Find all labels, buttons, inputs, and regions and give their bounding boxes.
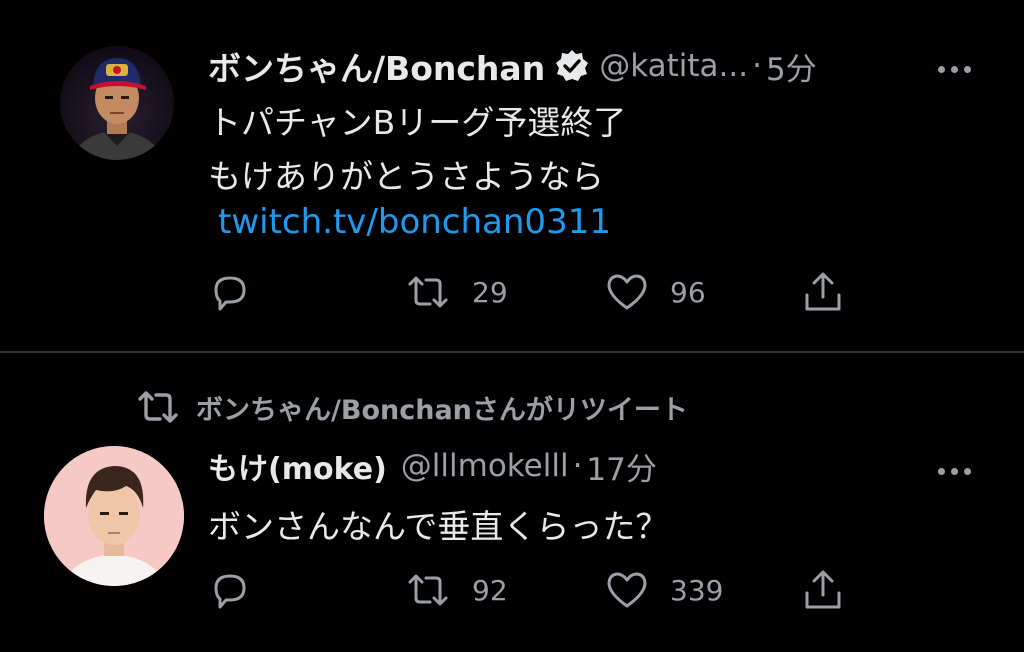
tweet-text-line: もけありがとうさようなら — [208, 157, 604, 196]
heart-icon — [604, 270, 650, 314]
display-name[interactable]: ボンちゃん/Bonchan — [208, 42, 545, 90]
retweet-count: 92 — [472, 573, 508, 607]
more-dots-icon[interactable] — [938, 460, 982, 480]
retweet-icon — [404, 270, 452, 314]
separator-dot: · — [572, 448, 583, 484]
retweet-icon — [134, 387, 182, 427]
tweet-text-line: ボンさんなんで垂直くらった？ — [208, 507, 669, 546]
heart-icon — [604, 568, 650, 612]
tweet-actions: 29 96 — [0, 267, 1024, 317]
reply-button[interactable] — [208, 267, 252, 317]
share-button[interactable] — [800, 267, 846, 317]
like-count: 96 — [670, 275, 706, 309]
retweet-icon — [404, 568, 452, 612]
tweet-link[interactable]: twitch.tv/bonchan0311 — [218, 202, 611, 242]
more-dots-icon[interactable] — [938, 58, 982, 78]
like-count: 339 — [670, 573, 724, 607]
tweet-divider — [0, 351, 1024, 353]
tweet-actions: 92 339 — [0, 565, 1024, 615]
reply-icon — [208, 270, 252, 314]
like-button[interactable]: 339 — [604, 565, 723, 615]
separator-dot: · — [752, 48, 762, 84]
tweet-1[interactable]: ボンちゃん/Bonchan @katita... · 5分 トパチャンBリーグ予… — [0, 0, 1024, 350]
tweet-text-line: トパチャンBリーグ予選終了 — [208, 103, 627, 142]
reply-icon — [208, 568, 252, 612]
tweet-time[interactable]: 17分 — [586, 444, 656, 489]
reply-button[interactable] — [208, 565, 252, 615]
verified-badge-icon — [555, 49, 589, 83]
display-name[interactable]: もけ(moke) — [208, 444, 387, 488]
user-handle[interactable]: @lllmokelll — [401, 448, 569, 484]
user-handle[interactable]: @katita... — [599, 48, 748, 84]
avatar-bonchan[interactable] — [60, 46, 174, 160]
tweet-time[interactable]: 5分 — [766, 44, 817, 89]
retweeted-by-text: ボンちゃん/Bonchanさんがリツイート — [196, 394, 688, 426]
tweet-header: ボンちゃん/Bonchan @katita... · 5分 — [208, 42, 817, 90]
retweet-button[interactable]: 92 — [404, 565, 508, 615]
share-button[interactable] — [800, 565, 846, 615]
share-icon — [800, 269, 846, 315]
retweeted-by-label[interactable]: ボンちゃん/Bonchanさんがリツイート — [134, 384, 688, 430]
share-icon — [800, 567, 846, 613]
tweet-header: もけ(moke) @lllmokelll · 17分 — [208, 442, 657, 490]
like-button[interactable]: 96 — [604, 267, 706, 317]
retweet-button[interactable]: 29 — [404, 267, 508, 317]
retweet-count: 29 — [472, 275, 508, 309]
